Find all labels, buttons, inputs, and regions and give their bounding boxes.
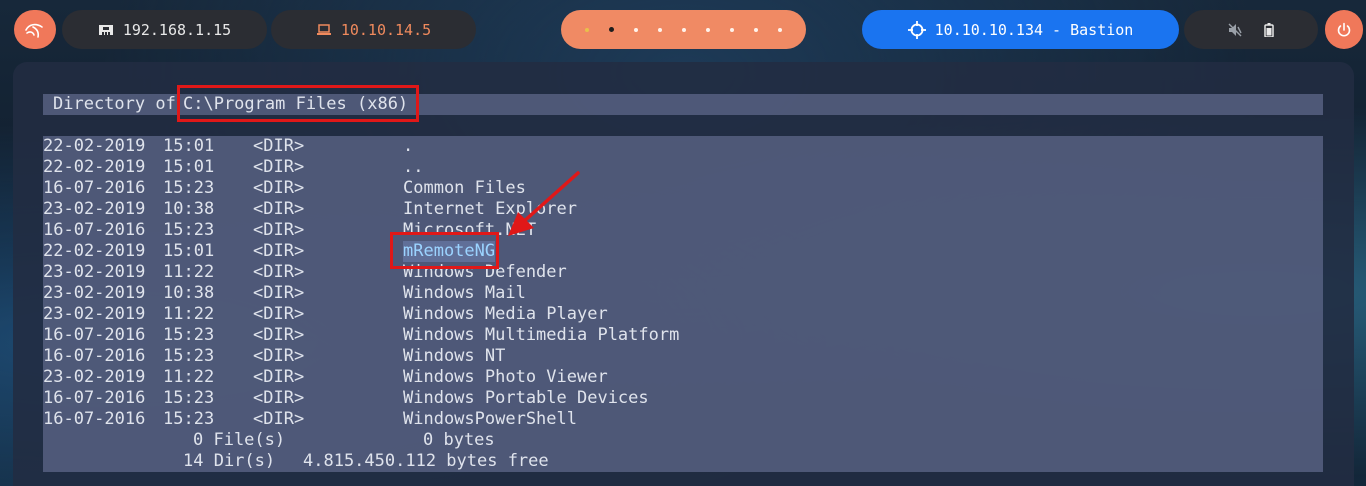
row-time: 15:23 bbox=[163, 409, 215, 429]
row-type: <DIR> bbox=[253, 241, 305, 261]
host-ip-text: 192.168.1.15 bbox=[122, 20, 232, 39]
row-type: <DIR> bbox=[253, 262, 305, 282]
row-date: 16-07-2016 bbox=[43, 325, 146, 345]
row-type: <DIR> bbox=[253, 199, 305, 219]
row-time: 15:01 bbox=[163, 241, 215, 261]
network-card-icon bbox=[98, 23, 114, 37]
row-type: <DIR> bbox=[253, 283, 305, 303]
row-name: .. bbox=[403, 157, 424, 177]
row-time: 15:01 bbox=[163, 136, 215, 156]
path-annotation-box bbox=[177, 85, 419, 122]
row-time: 15:23 bbox=[163, 178, 215, 198]
row-time: 15:23 bbox=[163, 346, 215, 366]
crosshair-icon bbox=[907, 20, 926, 39]
row-type: <DIR> bbox=[253, 346, 305, 366]
row-date: 23-02-2019 bbox=[43, 367, 146, 387]
row-type: <DIR> bbox=[253, 220, 305, 240]
workspace-dot-6[interactable] bbox=[706, 27, 710, 32]
row-date: 16-07-2016 bbox=[43, 409, 146, 429]
mremoteng-annotation-box bbox=[390, 232, 499, 269]
workspace-dot-8[interactable] bbox=[754, 27, 758, 32]
row-date: 23-02-2019 bbox=[43, 304, 146, 324]
workspace-dot-1[interactable] bbox=[585, 27, 589, 32]
host-ip-widget[interactable]: 192.168.1.15 bbox=[62, 10, 267, 49]
summary-files-bytes: 0 bytes bbox=[423, 430, 495, 450]
workspace-dot-7[interactable] bbox=[730, 27, 734, 32]
workspace-dot-2[interactable] bbox=[609, 27, 614, 32]
summary-files: 0 File(s) bbox=[193, 430, 286, 450]
kali-dragon-icon bbox=[25, 23, 43, 38]
row-name: Windows Multimedia Platform bbox=[403, 325, 680, 345]
volume-muted-icon[interactable] bbox=[1228, 23, 1242, 37]
row-name: Windows NT bbox=[403, 346, 506, 366]
annotation-arrow bbox=[508, 171, 580, 236]
battery-icon[interactable] bbox=[1264, 22, 1274, 37]
row-type: <DIR> bbox=[253, 304, 305, 324]
row-date: 22-02-2019 bbox=[43, 241, 146, 261]
row-type: <DIR> bbox=[253, 325, 305, 345]
power-icon bbox=[1337, 22, 1351, 37]
summary-files-line: 0 File(s) 0 bytes bbox=[43, 430, 495, 451]
target-text: 10.10.10.134 - Bastion bbox=[934, 20, 1134, 39]
row-date: 23-02-2019 bbox=[43, 199, 146, 219]
row-time: 15:01 bbox=[163, 157, 215, 177]
row-type: <DIR> bbox=[253, 157, 305, 177]
directory-header-label: Directory of bbox=[53, 94, 187, 114]
row-time: 11:22 bbox=[163, 304, 215, 324]
row-time: 11:22 bbox=[163, 262, 215, 282]
row-type: <DIR> bbox=[253, 388, 305, 408]
row-date: 23-02-2019 bbox=[43, 283, 146, 303]
row-type: <DIR> bbox=[253, 136, 305, 156]
row-time: 10:38 bbox=[163, 199, 215, 219]
workspace-switcher[interactable] bbox=[561, 10, 806, 49]
power-button[interactable] bbox=[1325, 10, 1363, 49]
system-tray bbox=[1184, 10, 1318, 49]
row-name: WindowsPowerShell bbox=[403, 409, 577, 429]
vpn-ip-widget[interactable]: 10.10.14.5 bbox=[271, 10, 476, 49]
summary-dirs-line: 14 Dir(s) 4.815.450.112 bytes free bbox=[43, 451, 549, 472]
laptop-icon bbox=[316, 23, 332, 36]
workspace-dot-5[interactable] bbox=[682, 27, 686, 32]
row-type: <DIR> bbox=[253, 409, 305, 429]
target-widget[interactable]: 10.10.10.134 - Bastion bbox=[862, 10, 1179, 49]
row-date: 16-07-2016 bbox=[43, 178, 146, 198]
row-name: Windows Mail bbox=[403, 283, 526, 303]
row-time: 15:23 bbox=[163, 388, 215, 408]
row-date: 23-02-2019 bbox=[43, 262, 146, 282]
row-time: 11:22 bbox=[163, 367, 215, 387]
row-date: 22-02-2019 bbox=[43, 136, 146, 156]
workspace-dot-3[interactable] bbox=[634, 27, 638, 32]
top-bar: 192.168.1.15 10.10.14.5 10.10.10.134 - B… bbox=[0, 0, 1366, 62]
row-date: 22-02-2019 bbox=[43, 157, 146, 177]
row-time: 15:23 bbox=[163, 220, 215, 240]
summary-dirs-free: 4.815.450.112 bytes free bbox=[303, 451, 549, 471]
row-date: 16-07-2016 bbox=[43, 346, 146, 366]
row-name: Windows Media Player bbox=[403, 304, 608, 324]
workspace-dot-9[interactable] bbox=[778, 27, 782, 32]
row-date: 16-07-2016 bbox=[43, 388, 146, 408]
row-date: 16-07-2016 bbox=[43, 220, 146, 240]
row-name: Windows Photo Viewer bbox=[403, 367, 608, 387]
row-type: <DIR> bbox=[253, 367, 305, 387]
vpn-ip-text: 10.10.14.5 bbox=[340, 20, 432, 39]
workspace-dot-4[interactable] bbox=[658, 27, 662, 32]
listing-selection bbox=[43, 136, 1323, 472]
row-time: 10:38 bbox=[163, 283, 215, 303]
row-name: Windows Portable Devices bbox=[403, 388, 649, 408]
row-name: . bbox=[403, 136, 414, 156]
directory-header: Directory of C:\Program Files (x86) bbox=[43, 94, 408, 115]
row-time: 15:23 bbox=[163, 325, 215, 345]
row-type: <DIR> bbox=[253, 178, 305, 198]
kali-menu-button[interactable] bbox=[14, 10, 56, 49]
summary-dirs: 14 Dir(s) bbox=[183, 451, 276, 471]
